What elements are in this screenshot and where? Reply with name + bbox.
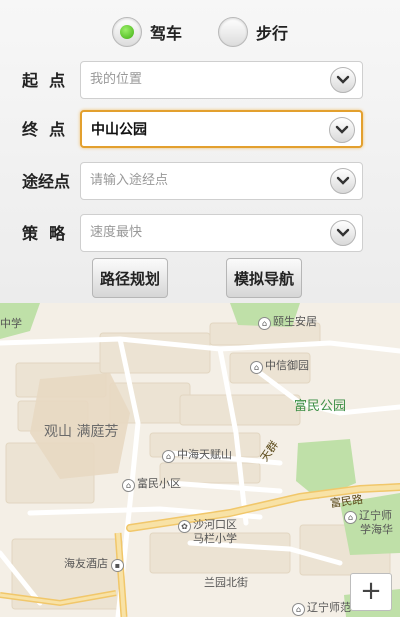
map-poi[interactable]: 海友酒店 ▪ xyxy=(64,555,126,572)
map-poi[interactable]: ⌂ 富民小区 xyxy=(122,475,181,492)
simulate-navigation-button[interactable]: 模拟导航 xyxy=(226,258,302,298)
map-poi[interactable]: ⌂ 辽宁师范 xyxy=(292,599,351,616)
strategy-label: 策 略 xyxy=(22,224,66,243)
map-area-label[interactable]: 观山 满庭芳 xyxy=(44,421,118,441)
poi-pin-icon: ⌂ xyxy=(292,603,305,616)
map-label: 海友酒店 xyxy=(64,557,108,570)
waypoint-placeholder: 请输入途经点 xyxy=(90,173,169,188)
drive-radio-icon[interactable] xyxy=(112,17,142,47)
waypoint-row: 途经点 请输入途经点 xyxy=(0,160,400,204)
map-poi[interactable]: ⌂ 中海天赋山 xyxy=(162,446,232,463)
poi-pin-icon: ⌂ xyxy=(250,361,263,374)
map-label[interactable]: 学海华 xyxy=(360,521,393,537)
map-poi[interactable]: ⌂ 中信御园 xyxy=(250,357,309,374)
hotel-icon: ▪ xyxy=(111,559,124,572)
route-mode-selector: 驾车 步行 xyxy=(0,12,400,52)
map-label: 颐生安居 xyxy=(273,315,317,328)
waypoint-field[interactable]: 请输入途经点 xyxy=(80,162,363,200)
map-label: 中海天赋山 xyxy=(177,448,232,461)
start-field[interactable]: 我的位置 xyxy=(80,61,363,99)
end-value: 中山公园 xyxy=(91,122,147,138)
end-field[interactable]: 中山公园 xyxy=(80,110,363,148)
waypoint-label: 途经点 xyxy=(22,172,71,191)
chevron-down-icon[interactable] xyxy=(329,117,355,143)
end-label: 终 点 xyxy=(22,120,66,139)
poi-pin-icon: ⌂ xyxy=(344,511,357,524)
drive-mode-option[interactable]: 驾车 xyxy=(112,16,182,48)
poi-pin-icon: ✿ xyxy=(178,520,191,533)
poi-pin-icon: ⌂ xyxy=(122,479,135,492)
strategy-row: 策 略 速度最快 xyxy=(0,212,400,256)
map-view[interactable]: 中学 ⌂ 颐生安居 ⌂ 中信御园 富民公园 观山 满庭芳 ⌂ 中海天赋山 天群 ⌂ 富民… xyxy=(0,303,400,617)
map-label: 中信御园 xyxy=(265,359,309,372)
route-plan-button[interactable]: 路径规划 xyxy=(92,258,168,298)
map-label[interactable]: 马栏小学 xyxy=(193,530,237,546)
map-label: 辽宁师范 xyxy=(307,601,351,614)
map-poi[interactable]: ⌂ 颐生安居 xyxy=(258,313,317,330)
map-park-label[interactable]: 富民公园 xyxy=(294,395,346,414)
map-label: 富民小区 xyxy=(137,477,181,490)
strategy-select[interactable]: 速度最快 xyxy=(80,214,363,252)
route-form-panel: 驾车 步行 起 点 我的位置 终 点 中山公园 途经点 请输入途经点 策 略 速… xyxy=(0,0,400,303)
map-label[interactable]: 中学 xyxy=(0,315,22,331)
end-row: 终 点 中山公园 xyxy=(0,108,400,152)
zoom-in-button[interactable]: + xyxy=(350,573,392,611)
chevron-down-icon[interactable] xyxy=(330,220,356,246)
chevron-down-icon[interactable] xyxy=(330,67,356,93)
chevron-down-icon[interactable] xyxy=(330,168,356,194)
map-road-label: 兰园北街 xyxy=(204,576,248,589)
poi-pin-icon: ⌂ xyxy=(258,317,271,330)
poi-pin-icon: ⌂ xyxy=(162,450,175,463)
walk-label: 步行 xyxy=(256,24,289,43)
walk-radio-icon[interactable] xyxy=(218,17,248,47)
walk-mode-option[interactable]: 步行 xyxy=(218,16,288,48)
start-label: 起 点 xyxy=(22,71,66,90)
drive-label: 驾车 xyxy=(150,24,183,43)
strategy-value: 速度最快 xyxy=(90,225,143,240)
start-value: 我的位置 xyxy=(90,72,143,87)
start-row: 起 点 我的位置 xyxy=(0,59,400,103)
